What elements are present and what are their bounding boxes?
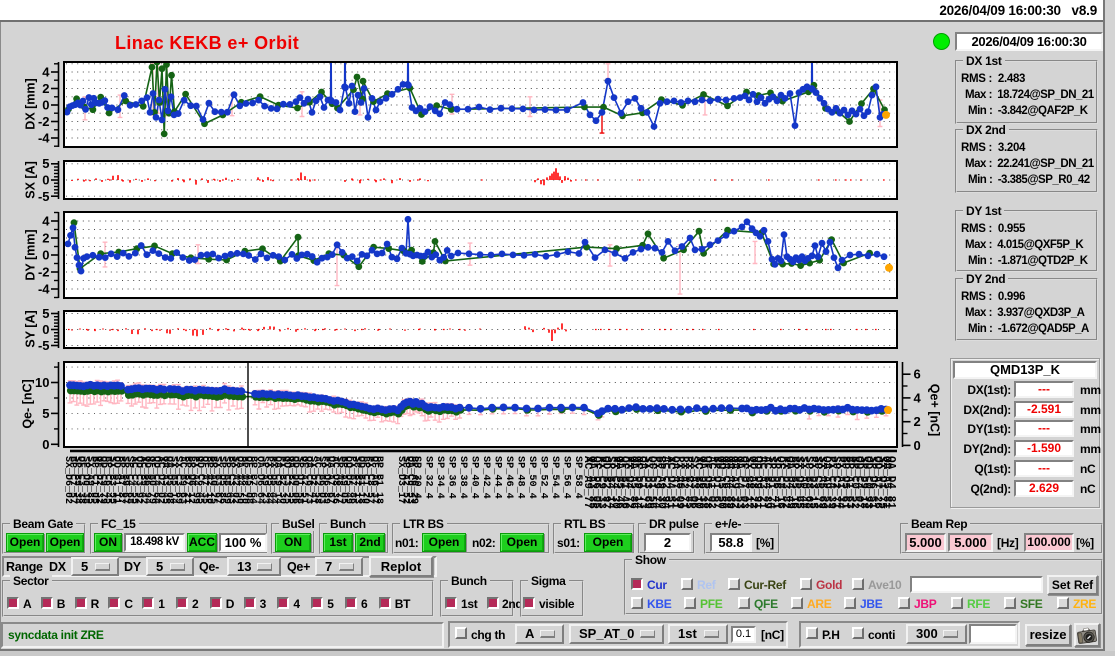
svg-text:0: 0 bbox=[42, 98, 49, 113]
svg-text:SP_34_4: SP_34_4 bbox=[434, 456, 445, 499]
svg-text:-2: -2 bbox=[38, 265, 50, 280]
svg-text:0: 0 bbox=[914, 438, 921, 453]
svg-text:SY [A]: SY [A] bbox=[23, 310, 37, 347]
svg-text:DX [mm]: DX [mm] bbox=[23, 78, 37, 129]
svg-text:SP_46_4: SP_46_4 bbox=[503, 456, 514, 499]
svg-text:2: 2 bbox=[42, 231, 49, 246]
svg-text:0: 0 bbox=[42, 437, 49, 452]
svg-text:SP_36_4: SP_36_4 bbox=[446, 456, 457, 499]
svg-text:10: 10 bbox=[35, 375, 49, 390]
svg-text:SP_56_4: SP_56_4 bbox=[561, 456, 572, 499]
svg-text:Qe- [nC]: Qe- [nC] bbox=[20, 379, 34, 428]
svg-text:2: 2 bbox=[42, 81, 49, 96]
svg-text:SP_52_4: SP_52_4 bbox=[538, 456, 549, 499]
svg-text:SP_48_4: SP_48_4 bbox=[515, 456, 526, 499]
svg-text:5: 5 bbox=[42, 156, 49, 171]
svg-text:SP_50_4: SP_50_4 bbox=[526, 456, 537, 499]
svg-text:SP_42_4: SP_42_4 bbox=[480, 456, 491, 499]
svg-text:Qe+ [nC]: Qe+ [nC] bbox=[928, 384, 942, 436]
svg-text:QA_D4_81: QA_D4_81 bbox=[885, 456, 897, 509]
svg-text:4: 4 bbox=[914, 390, 922, 405]
svg-text:-4: -4 bbox=[38, 131, 50, 146]
svg-text:5: 5 bbox=[42, 306, 49, 321]
svg-text:SP_44_4: SP_44_4 bbox=[492, 456, 503, 499]
svg-text:-4: -4 bbox=[38, 282, 50, 297]
svg-text:SP_30_4: SP_30_4 bbox=[411, 456, 422, 499]
svg-text:2: 2 bbox=[914, 414, 921, 429]
svg-text:0: 0 bbox=[42, 173, 49, 188]
svg-text:BP_B1_18: BP_B1_18 bbox=[373, 456, 384, 504]
svg-text:-2: -2 bbox=[38, 114, 50, 129]
svg-text:4: 4 bbox=[42, 214, 50, 229]
svg-text:4: 4 bbox=[42, 65, 50, 80]
svg-text:DY [mm]: DY [mm] bbox=[23, 229, 37, 280]
svg-text:5: 5 bbox=[42, 406, 49, 421]
svg-text:0: 0 bbox=[42, 248, 49, 263]
svg-text:SP_32_4: SP_32_4 bbox=[423, 456, 434, 499]
svg-text:6: 6 bbox=[914, 367, 921, 382]
svg-text:-5: -5 bbox=[38, 189, 50, 204]
svg-text:-5: -5 bbox=[38, 338, 50, 353]
svg-text:0: 0 bbox=[42, 322, 49, 337]
svg-text:SP_54_4: SP_54_4 bbox=[549, 456, 560, 499]
svg-text:SX [A]: SX [A] bbox=[23, 161, 37, 199]
svg-text:SP_40_4: SP_40_4 bbox=[469, 456, 480, 499]
svg-text:SP_38_4: SP_38_4 bbox=[457, 456, 468, 499]
